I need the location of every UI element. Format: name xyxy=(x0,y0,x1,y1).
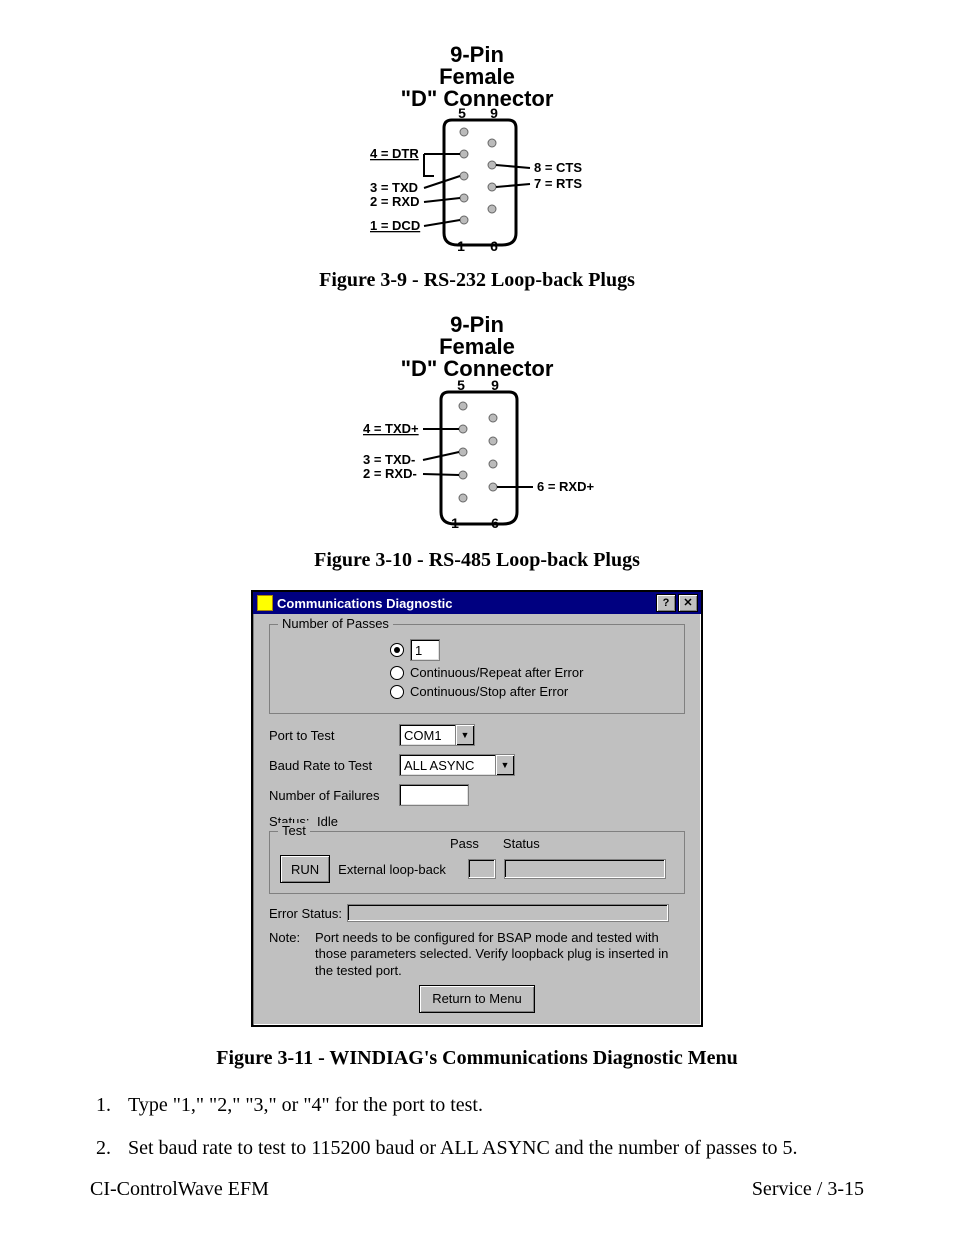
note-text: Port needs to be configured for BSAP mod… xyxy=(315,930,685,979)
svg-text:9: 9 xyxy=(491,377,499,393)
step-1: Type "1," "2," "3," or "4" for the port … xyxy=(116,1094,864,1117)
group-passes-legend: Number of Passes xyxy=(278,616,393,631)
radio-continuous-stop-label: Continuous/Stop after Error xyxy=(410,684,568,699)
close-button[interactable]: ✕ xyxy=(678,594,698,612)
port-to-test-label: Port to Test xyxy=(269,728,399,743)
footer-doc-id: CI-ControlWave EFM xyxy=(90,1178,269,1201)
svg-text:2 = RXD: 2 = RXD xyxy=(370,194,420,209)
dialog-titlebar[interactable]: Communications Diagnostic ? ✕ xyxy=(253,592,701,614)
svg-text:6: 6 xyxy=(491,515,499,531)
baud-rate-label: Baud Rate to Test xyxy=(269,758,399,773)
run-status-field xyxy=(504,859,666,879)
svg-text:1: 1 xyxy=(457,238,465,254)
note-label: Note: xyxy=(269,930,305,979)
figure-caption-3-9: Figure 3-9 - RS-232 Loop-back Plugs xyxy=(90,269,864,292)
conn1-title3: "D" Connector xyxy=(401,86,554,111)
col-pass: Pass xyxy=(450,836,479,851)
error-status-field xyxy=(347,904,669,922)
radio-continuous-repeat-label: Continuous/Repeat after Error xyxy=(410,665,583,680)
svg-text:2 = RXD-: 2 = RXD- xyxy=(363,466,417,481)
failures-field xyxy=(399,784,469,806)
run-pass-field xyxy=(468,859,496,879)
radio-continuous-repeat[interactable] xyxy=(390,666,404,680)
chevron-down-icon[interactable] xyxy=(495,755,514,775)
radio-continuous-stop[interactable] xyxy=(390,685,404,699)
help-button[interactable]: ? xyxy=(656,594,676,612)
svg-text:4 = DTR: 4 = DTR xyxy=(370,146,419,161)
figure-caption-3-11: Figure 3-11 - WINDIAG's Communications D… xyxy=(90,1047,864,1070)
group-test: Test Pass Status RUN External loop-back xyxy=(269,831,685,894)
group-number-of-passes: Number of Passes 1 Continuous/Repeat aft… xyxy=(269,624,685,714)
col-status: Status xyxy=(503,836,540,851)
step-2: Set baud rate to test to 115200 baud or … xyxy=(116,1137,864,1160)
svg-text:3 = TXD: 3 = TXD xyxy=(370,180,418,195)
svg-text:"D" Connector: "D" Connector xyxy=(401,356,554,381)
baud-select[interactable]: ALL ASYNC xyxy=(399,754,515,776)
error-status-label: Error Status: xyxy=(269,906,347,921)
status-value: Idle xyxy=(317,814,338,829)
svg-text:7 = RTS: 7 = RTS xyxy=(534,176,582,191)
run-test-label: External loop-back xyxy=(338,862,446,877)
svg-text:4 = TXD+: 4 = TXD+ xyxy=(363,421,419,436)
svg-text:3 = TXD-: 3 = TXD- xyxy=(363,452,415,467)
connector-diagram-rs232: 9-Pin Female "D" Connector 5 9 1 6 4 = D… xyxy=(90,40,864,255)
app-icon xyxy=(257,595,273,611)
instruction-list: Type "1," "2," "3," or "4" for the port … xyxy=(90,1094,864,1160)
svg-text:5: 5 xyxy=(457,377,465,393)
figure-caption-3-10: Figure 3-10 - RS-485 Loop-back Plugs xyxy=(90,549,864,572)
group-test-legend: Test xyxy=(278,823,310,838)
return-to-menu-button[interactable]: Return to Menu xyxy=(419,985,535,1013)
svg-text:8 = CTS: 8 = CTS xyxy=(534,160,582,175)
footer-page: Service / 3-15 xyxy=(752,1178,864,1201)
chevron-down-icon[interactable] xyxy=(455,725,474,745)
svg-text:1 = DCD: 1 = DCD xyxy=(370,218,420,233)
connector-diagram-rs485: 9-Pin Female "D" Connector 5 9 1 6 4 = T… xyxy=(90,310,864,535)
svg-text:6: 6 xyxy=(490,238,498,254)
svg-text:5: 5 xyxy=(458,105,466,121)
communications-diagnostic-dialog: Communications Diagnostic ? ✕ Number of … xyxy=(251,590,703,1027)
svg-text:9: 9 xyxy=(490,105,498,121)
passes-input[interactable]: 1 xyxy=(410,639,440,661)
run-button[interactable]: RUN xyxy=(280,855,330,883)
failures-label: Number of Failures xyxy=(269,788,399,803)
dialog-title: Communications Diagnostic xyxy=(277,596,453,611)
svg-text:6 = RXD+: 6 = RXD+ xyxy=(537,479,594,494)
radio-fixed-passes[interactable] xyxy=(390,643,404,657)
svg-text:1: 1 xyxy=(451,515,459,531)
port-select[interactable]: COM1 xyxy=(399,724,475,746)
